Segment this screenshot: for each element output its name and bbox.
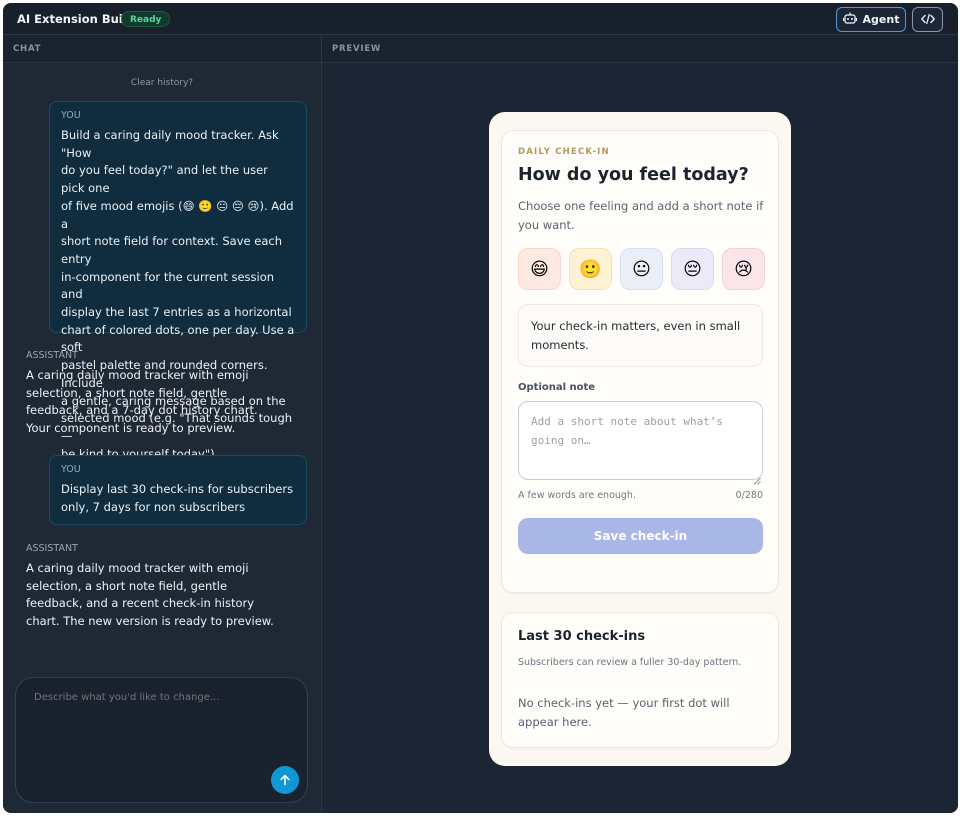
chat-panel: Clear history? YOU Build a caring daily … [3, 64, 321, 813]
chat-section-header: CHAT [3, 36, 321, 63]
mood-selector: 😄 🙂 😐 😔 😢 [518, 248, 765, 290]
history-subtitle: Subscribers can review a fuller 30-day p… [518, 657, 742, 668]
agent-button-label: Agent [862, 13, 900, 26]
user-message: YOU Display last 30 check-ins for subscr… [49, 455, 307, 525]
message-role: YOU [61, 110, 81, 121]
agent-button[interactable]: Agent [836, 7, 906, 32]
mood-option[interactable]: 😐 [620, 248, 663, 290]
clear-history-link[interactable]: Clear history? [3, 78, 321, 88]
pensive-face-icon: 😔 [683, 258, 702, 280]
note-label: Optional note [518, 382, 596, 393]
preview-section-header: PREVIEW [322, 36, 958, 63]
crying-face-icon: 😢 [734, 258, 753, 280]
grinning-face-icon: 😄 [530, 258, 549, 280]
user-message: YOU Build a caring daily mood tracker. A… [49, 101, 307, 461]
eyebrow-label: DAILY CHECK-IN [518, 147, 610, 157]
app-window: AI Extension Builder Ready Agent CHAT PR… [3, 3, 958, 813]
save-checkin-button[interactable]: Save check-in [518, 518, 763, 554]
slightly-smiling-face-icon: 🙂 [579, 258, 602, 280]
code-icon [920, 10, 935, 29]
message-role: ASSISTANT [26, 350, 78, 361]
send-button[interactable] [271, 766, 299, 794]
mood-option[interactable]: 🙂 [569, 248, 612, 290]
history-empty-state: No check-ins yet — your first dot will a… [518, 696, 730, 729]
code-view-button[interactable] [912, 7, 943, 32]
checkin-card: DAILY CHECK-IN How do you feel today? Ch… [501, 130, 779, 593]
message-role: YOU [61, 464, 81, 475]
question-heading: How do you feel today? [518, 165, 749, 185]
robot-icon [842, 12, 857, 27]
message-composer [15, 677, 308, 803]
preview-panel: DAILY CHECK-IN How do you feel today? Ch… [322, 64, 958, 813]
message-text: Display last 30 check-ins for subscriber… [61, 482, 294, 514]
message-text: A caring daily mood tracker with emoji s… [26, 561, 274, 629]
assistant-message: ASSISTANT A caring daily mood tracker wi… [26, 543, 296, 631]
status-badge: Ready [121, 11, 171, 27]
mood-option[interactable]: 😢 [722, 248, 765, 290]
history-title: Last 30 check-ins [518, 629, 646, 644]
arrow-up-icon [279, 771, 291, 790]
checkin-subtitle: Choose one feeling and add a short note … [518, 199, 764, 232]
neutral-face-icon: 😐 [632, 258, 651, 280]
history-card: Last 30 check-ins Subscribers can review… [501, 612, 779, 748]
message-text: A caring daily mood tracker with emoji s… [26, 368, 258, 436]
message-role: ASSISTANT [26, 543, 78, 554]
mood-option[interactable]: 😔 [671, 248, 714, 290]
top-bar: AI Extension Builder Ready Agent [3, 3, 958, 35]
caring-message: Your check-in matters, even in small mom… [518, 304, 763, 367]
note-textarea[interactable] [518, 401, 763, 480]
composer-input[interactable] [34, 692, 284, 703]
preview-frame: DAILY CHECK-IN How do you feel today? Ch… [489, 112, 791, 766]
character-counter: 0/280 [735, 490, 763, 501]
mood-option[interactable]: 😄 [518, 248, 561, 290]
resize-handle-icon[interactable] [753, 470, 761, 485]
assistant-message: ASSISTANT A caring daily mood tracker wi… [26, 350, 296, 438]
note-helper-text: A few words are enough. [518, 490, 636, 501]
